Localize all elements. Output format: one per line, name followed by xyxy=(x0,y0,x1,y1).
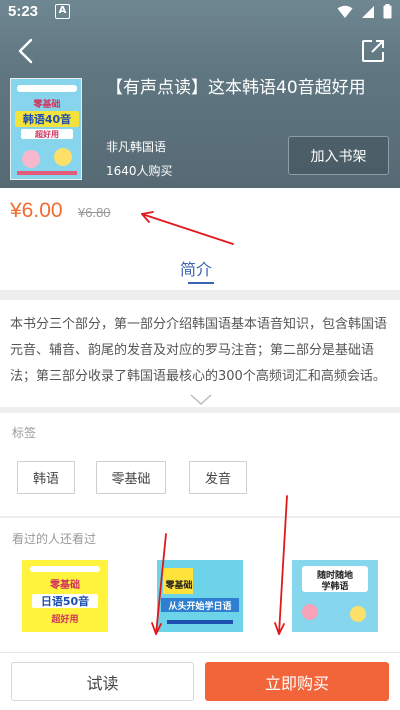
related-section-label: 看过的人还看过 xyxy=(12,532,97,546)
status-time: 5:23 xyxy=(8,3,39,20)
svg-text:超好用: 超好用 xyxy=(34,129,59,139)
original-price: ¥6.80 xyxy=(78,205,111,220)
share-icon[interactable] xyxy=(360,38,386,64)
tab-intro[interactable]: 简介 xyxy=(180,256,212,280)
wifi-icon xyxy=(337,5,353,18)
signal-icon xyxy=(362,5,374,18)
related-cover-art: 随时随地 学韩语 xyxy=(292,560,378,632)
trial-read-button[interactable]: 试读 xyxy=(11,662,194,701)
svg-text:超好用: 超好用 xyxy=(50,613,78,625)
annotation-arrow xyxy=(141,213,234,245)
status-indicators xyxy=(337,4,392,19)
related-book-1[interactable]: 零基础 日语50音 超好用 xyxy=(22,560,108,632)
intro-text: 本书分三个部分，第一部分介绍韩国语基本语音知识，包含韩国语元音、辅音、韵尾的发音… xyxy=(10,317,388,384)
annotation-arrowhead xyxy=(274,622,285,635)
svg-text:日语50音: 日语50音 xyxy=(41,594,89,608)
related-book-3[interactable]: 随时随地 学韩语 xyxy=(292,560,378,632)
svg-text:零基础: 零基础 xyxy=(32,98,60,110)
book-header: 5:23 A 零基础 韩语40音 超好用 【有声点读】这本韩语40音超好用 非凡… xyxy=(0,0,400,188)
svg-text:随时随地: 随时随地 xyxy=(317,569,353,581)
book-cover[interactable]: 零基础 韩语40音 超好用 xyxy=(10,78,82,180)
section-divider xyxy=(0,290,400,300)
cover-art: 零基础 韩语40音 超好用 xyxy=(11,79,81,179)
buyer-count: 1640人购买 xyxy=(106,164,173,178)
notification-icon: A xyxy=(55,4,70,19)
svg-text:韩语40音: 韩语40音 xyxy=(23,112,71,126)
tags-section-label: 标签 xyxy=(12,426,37,440)
related-cover-art: 零基础 日语50音 超好用 xyxy=(22,560,108,632)
tab-indicator xyxy=(188,282,214,284)
svg-text:零基础: 零基础 xyxy=(164,579,192,591)
tag-korean[interactable]: 韩语 xyxy=(17,461,75,494)
battery-icon xyxy=(383,4,392,19)
section-divider xyxy=(0,407,400,413)
tag-pronunciation[interactable]: 发音 xyxy=(189,461,247,494)
chevron-down-icon[interactable] xyxy=(190,394,212,406)
svg-text:零基础: 零基础 xyxy=(49,578,80,591)
related-book-2[interactable]: 零基础 从头开始学日语 xyxy=(157,560,243,632)
svg-text:从头开始学日语: 从头开始学日语 xyxy=(168,600,231,612)
add-to-shelf-button[interactable]: 加入书架 xyxy=(288,136,389,175)
status-bar: 5:23 A xyxy=(0,0,400,24)
section-divider xyxy=(0,516,400,518)
related-cover-art: 零基础 从头开始学日语 xyxy=(157,560,243,632)
tag-beginner[interactable]: 零基础 xyxy=(96,461,166,494)
current-price: ¥6.00 xyxy=(10,199,63,222)
annotation-arrowhead xyxy=(141,211,154,223)
back-icon[interactable] xyxy=(12,36,40,66)
svg-text:学韩语: 学韩语 xyxy=(321,580,348,592)
book-publisher: 非凡韩国语 xyxy=(106,140,167,154)
buy-now-button[interactable]: 立即购买 xyxy=(205,662,389,701)
book-title: 【有声点读】这本韩语40音超好用 xyxy=(106,78,366,98)
